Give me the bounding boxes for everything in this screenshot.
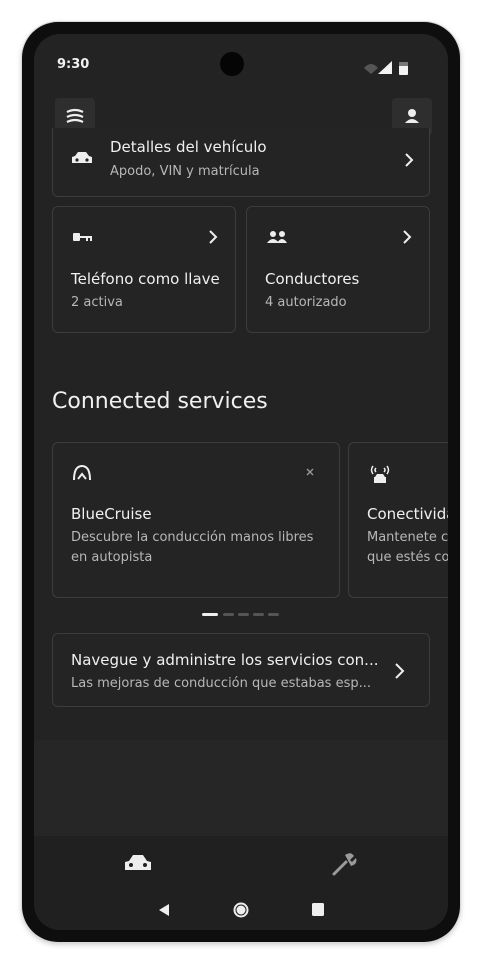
connectivity-title: Conectivida (367, 505, 448, 523)
signal-icon (378, 61, 392, 74)
home-icon[interactable] (232, 901, 250, 919)
front-camera (220, 52, 244, 76)
back-icon[interactable] (157, 902, 171, 918)
people-icon (267, 231, 287, 243)
drivers-subtitle: 4 autorizado (265, 295, 347, 310)
drivers-card[interactable]: Conductores 4 autorizado (246, 206, 430, 333)
chevron-right-icon (395, 663, 405, 679)
phone-key-subtitle: 2 activa (71, 295, 123, 310)
connectivity-desc-2: que estés co (367, 550, 448, 565)
manage-services-title: Navegue y administre los servicios con..… (71, 651, 379, 669)
carousel-dot[interactable] (238, 613, 249, 616)
bluecruise-card[interactable]: BlueCruise Descubre la conducción manos … (52, 442, 340, 598)
phone-key-card[interactable]: Teléfono como llave 2 activa (52, 206, 236, 333)
status-time: 9:30 (57, 57, 90, 72)
bluecruise-title: BlueCruise (71, 505, 152, 523)
content-fill (34, 740, 448, 836)
phone-key-title: Teléfono como llave (71, 270, 220, 288)
vehicle-details-title: Detalles del vehículo (110, 138, 267, 156)
connectivity-icon (370, 465, 390, 483)
nav-vehicle-tab[interactable] (124, 853, 152, 873)
bluecruise-desc-1: Descubre la conducción manos libres (71, 530, 314, 545)
car-icon (125, 855, 151, 870)
key-icon (73, 233, 92, 241)
chevron-right-icon (403, 230, 412, 244)
carousel-dot[interactable] (223, 613, 234, 616)
chevron-right-icon (209, 230, 218, 244)
vehicle-details-card[interactable]: Detalles del vehículo Apodo, VIN y matrí… (52, 128, 430, 197)
wifi-icon (364, 64, 378, 74)
connectivity-desc-1: Mantenete c (367, 530, 448, 545)
connected-services-heading: Connected services (52, 389, 268, 414)
status-icons (364, 61, 408, 75)
drivers-title: Conductores (265, 270, 360, 288)
carousel-dot[interactable] (253, 613, 264, 616)
services-carousel[interactable]: BlueCruise Descubre la conducción manos … (34, 430, 448, 610)
connectivity-card[interactable]: Conectivida Mantenete c que estés co (348, 442, 448, 598)
carousel-dot-active[interactable] (202, 613, 218, 616)
chevron-right-icon (405, 153, 414, 167)
recents-icon[interactable] (311, 902, 325, 918)
vehicle-details-subtitle: Apodo, VIN y matrícula (110, 164, 260, 179)
nav-service-tab[interactable] (331, 851, 357, 877)
wrench-icon (332, 860, 348, 876)
close-icon[interactable] (305, 467, 315, 477)
bluecruise-icon (73, 464, 91, 481)
car-icon (72, 152, 92, 163)
carousel-dot[interactable] (268, 613, 279, 616)
bluecruise-desc-2: en autopista (71, 550, 153, 565)
manage-services-card[interactable]: Navegue y administre los servicios con..… (52, 633, 430, 707)
manage-services-subtitle: Las mejoras de conducción que estabas es… (71, 676, 372, 691)
